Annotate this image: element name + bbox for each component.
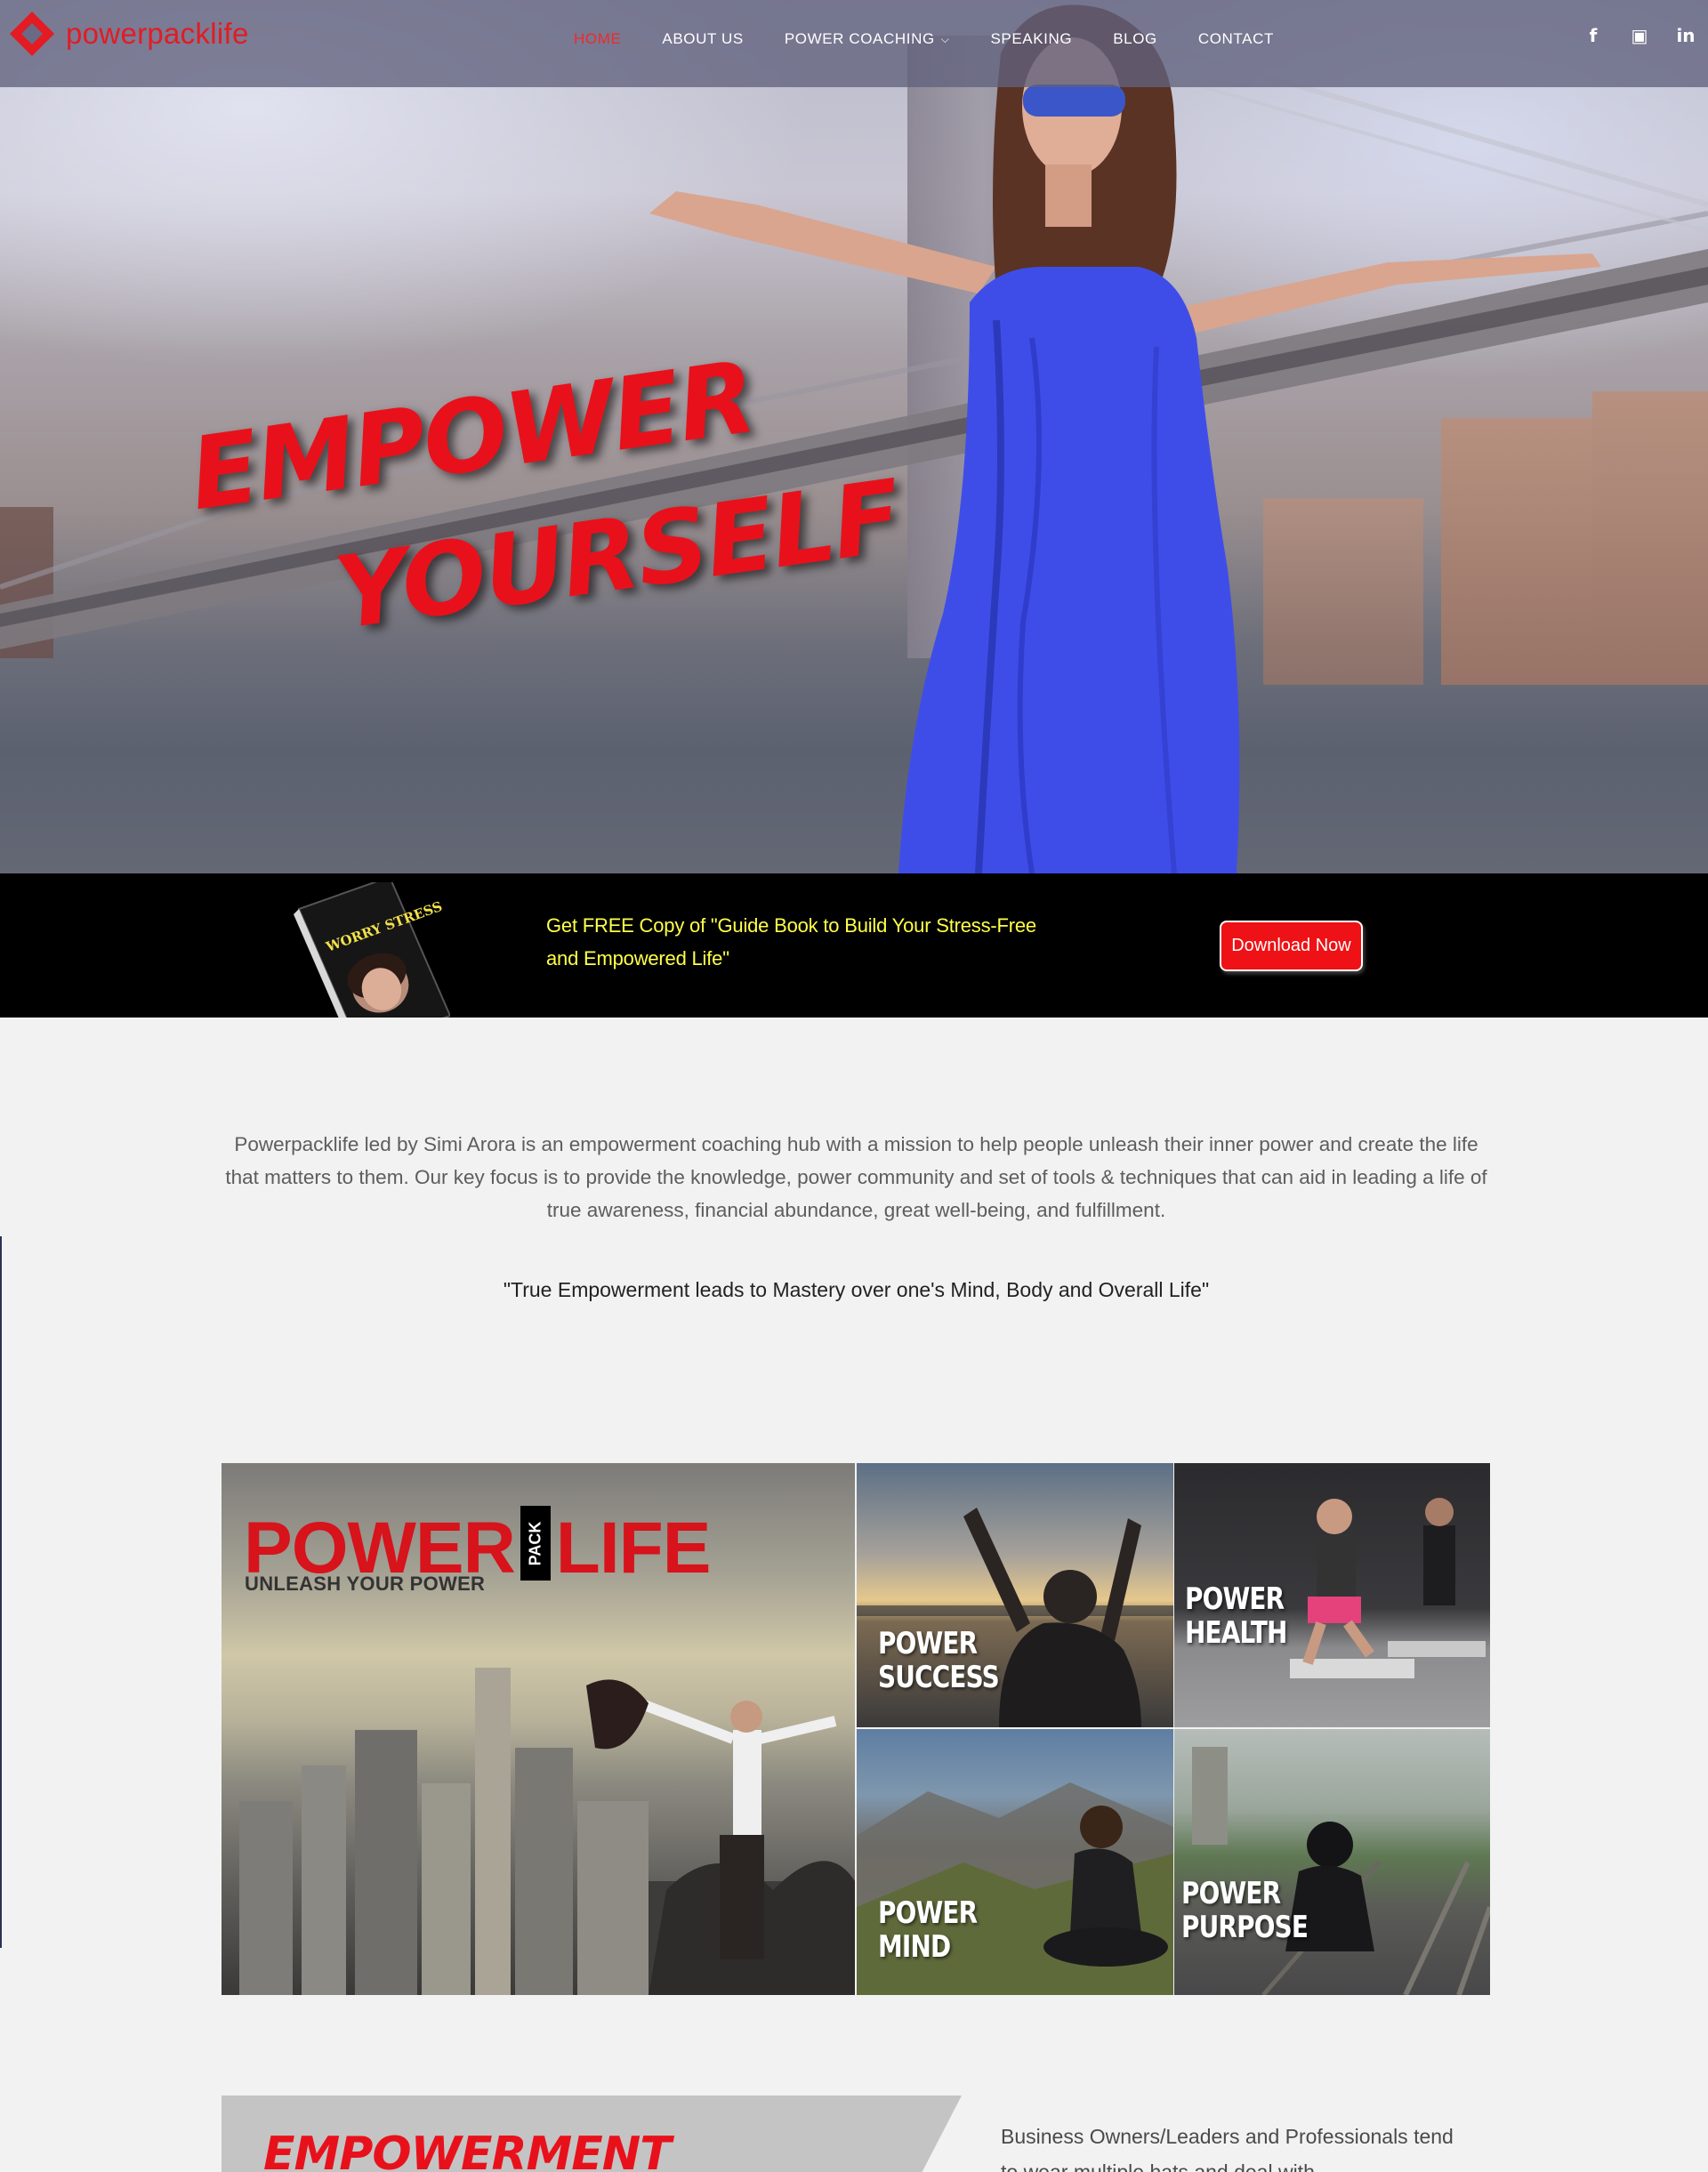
power-purpose-photo xyxy=(1192,1747,1490,1995)
wordmark-tagline: UNLEASH YOUR POWER xyxy=(245,1573,486,1595)
site-logo[interactable]: powerpacklife xyxy=(7,11,249,57)
tile-power-success[interactable]: POWER SUCCESS xyxy=(857,1463,1173,1727)
tile-label-line2: HEALTH xyxy=(1185,1615,1287,1651)
guide-book-image[interactable]: WORRY STRESS xyxy=(283,882,450,1018)
nav-label: ABOUT US xyxy=(662,30,744,47)
intro-paragraph: Powerpacklife led by Simi Arora is an em… xyxy=(225,1133,1487,1221)
download-now-button[interactable]: Download Now xyxy=(1220,921,1363,971)
main-nav: HOME ABOUT US POWER COACHING ⌵ SPEAKING B… xyxy=(574,27,1274,52)
empowerment-heading: EMPOWERMENT xyxy=(263,2128,672,2172)
facebook-icon[interactable]: f xyxy=(1583,25,1603,46)
hero-photo xyxy=(0,4,1708,873)
nav-item-power-coaching[interactable]: POWER COACHING ⌵ xyxy=(785,27,950,52)
nav-label: HOME xyxy=(574,30,622,47)
tile-power-mind[interactable]: POWER MIND xyxy=(857,1729,1173,1995)
empowerment-side-text: Business Owners/Leaders and Professional… xyxy=(1001,2125,1454,2172)
linkedin-icon[interactable]: in xyxy=(1676,25,1696,46)
nav-item-contact[interactable]: CONTACT xyxy=(1198,27,1274,52)
tile-label-line1: POWER xyxy=(878,1626,978,1661)
intro-quote: "True Empowerment leads to Mastery over … xyxy=(503,1278,1210,1301)
instagram-icon[interactable]: ▣ xyxy=(1630,25,1649,46)
tile-label: POWER PURPOSE xyxy=(1181,1876,1309,1945)
nav-label: CONTACT xyxy=(1197,30,1274,47)
tile-power-health[interactable]: POWER HEALTH xyxy=(1174,1463,1490,1727)
wordmark-life: LIFE xyxy=(555,1508,712,1589)
logo-text: powerpacklife xyxy=(66,17,249,50)
left-edge-rule xyxy=(0,1236,2,1948)
wordmark-pack-box: PACK xyxy=(520,1506,551,1581)
promo-text: Get FREE Copy of "Guide Book to Build Yo… xyxy=(546,914,1036,969)
wordmark-pack: PACK xyxy=(526,1521,544,1565)
tile-label-line2: MIND xyxy=(878,1929,951,1965)
promo-bar: WORRY STRESS Get FREE Copy of "Guide Boo… xyxy=(0,873,1708,1018)
nav-item-speaking[interactable]: SPEAKING xyxy=(990,27,1072,52)
nav-label: BLOG xyxy=(1113,30,1157,47)
logo-diamond-icon xyxy=(10,12,54,56)
tile-label-line2: SUCCESS xyxy=(878,1660,1000,1695)
wordmark-power: POWER xyxy=(244,1508,516,1589)
tile-label-line1: POWER xyxy=(1185,1581,1285,1617)
nav-item-about-us[interactable]: ABOUT US xyxy=(662,27,743,52)
social-links: f ▣ in xyxy=(1583,25,1696,46)
nav-item-blog[interactable]: BLOG xyxy=(1113,27,1157,52)
tile-label-line2: PURPOSE xyxy=(1181,1910,1309,1945)
tile-label: POWER HEALTH xyxy=(1185,1582,1287,1650)
tile-power-purpose[interactable]: POWER PURPOSE xyxy=(1174,1729,1490,1995)
nav-item-home[interactable]: HOME xyxy=(574,27,621,52)
tile-label: POWER SUCCESS xyxy=(878,1626,1000,1695)
powerpacklife-feature-tile[interactable]: POWER PACK LIFE UNLEASH YOUR POWER xyxy=(222,1463,855,1995)
chevron-down-icon: ⌵ xyxy=(940,32,950,45)
tile-label-line1: POWER xyxy=(878,1895,978,1931)
tile-label-line1: POWER xyxy=(1181,1876,1281,1911)
tile-label: POWER MIND xyxy=(878,1895,978,1965)
power-grid: POWER PACK LIFE UNLEASH YOUR POWER POWER… xyxy=(222,1463,1490,1995)
hero-section: EMPOWER YOURSELF xyxy=(0,0,1708,873)
powerpacklife-wordmark: POWER PACK LIFE xyxy=(244,1506,712,1589)
nav-label: SPEAKING xyxy=(990,30,1073,47)
site-header: powerpacklife HOME ABOUT US POWER COACHI… xyxy=(0,0,1708,87)
nav-label: POWER COACHING xyxy=(784,30,935,47)
